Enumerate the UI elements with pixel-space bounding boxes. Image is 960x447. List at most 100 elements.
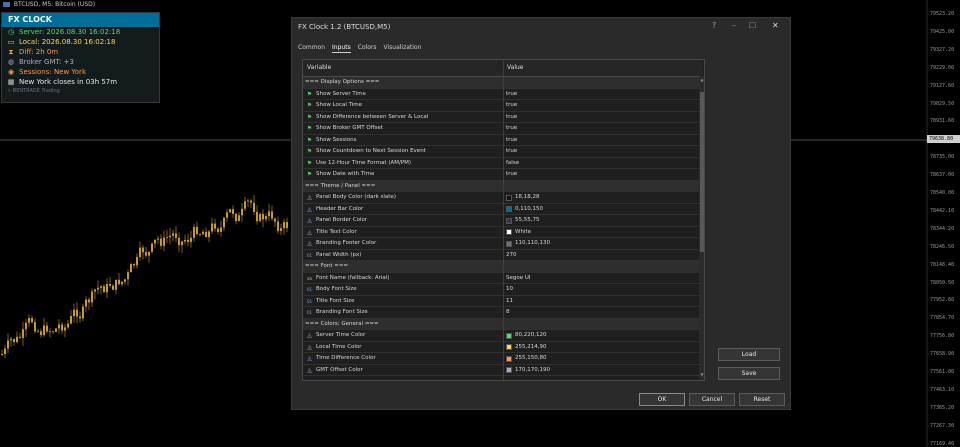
tab-inputs[interactable]: Inputs: [332, 43, 351, 53]
value-cell[interactable]: [506, 261, 701, 273]
candle-body: [19, 336, 21, 338]
maximize-button[interactable]: ☐: [749, 21, 756, 30]
candle-body: [190, 237, 192, 242]
properties-dialog[interactable]: FX Clock 1.2 (BTCUSD,M5) ? – ☐ ✕ Common …: [291, 17, 791, 410]
candle-body: [139, 247, 141, 257]
color-swatch[interactable]: [506, 240, 512, 247]
value-cell[interactable]: [506, 181, 701, 193]
variable-name: Font Name (fallback: Arial): [316, 274, 390, 281]
value-cell[interactable]: false: [506, 158, 701, 170]
value-cell[interactable]: 0,110,150: [506, 204, 701, 216]
value-cell[interactable]: true: [506, 123, 701, 135]
value-cell[interactable]: 255,214,90: [506, 342, 701, 354]
candle-body: [133, 263, 135, 266]
vertical-scrollbar[interactable]: ▲ ▼: [699, 76, 704, 380]
scroll-down-icon[interactable]: ▼: [699, 372, 704, 377]
value-cell[interactable]: true: [506, 89, 701, 101]
color-swatch[interactable]: [506, 217, 512, 224]
value-cell[interactable]: 170,170,190: [506, 365, 701, 377]
cancel-button[interactable]: Cancel: [689, 393, 735, 406]
value-cell[interactable]: [506, 319, 701, 331]
value-cell[interactable]: Segoe UI: [506, 273, 701, 285]
candle-body: [163, 237, 165, 246]
value-cell[interactable]: 55,55,75: [506, 215, 701, 227]
candle-body: [97, 287, 99, 290]
candle-body: [7, 340, 9, 349]
candle-body: [82, 306, 84, 319]
candle-body: [43, 325, 45, 335]
value-cell[interactable]: true: [506, 135, 701, 147]
value-cell[interactable]: 255,150,80: [506, 353, 701, 365]
local-time-line: ▭ Local: 2026.08.30 16:02:18: [2, 37, 159, 47]
int-icon: 01: [306, 310, 313, 315]
variable-cell: ⚑ Show Countdown to Next Session Event: [305, 146, 501, 158]
candle-body: [193, 226, 195, 238]
fx-clock-panel[interactable]: FX CLOCK ◷ Server: 2026.08.30 16:02:18 ▭…: [1, 12, 160, 103]
value-cell[interactable]: White: [506, 227, 701, 239]
value-cell[interactable]: true: [506, 100, 701, 112]
candle-body: [205, 231, 207, 238]
sessions-text: Sessions: New York: [19, 68, 86, 76]
price-axis-label: 79229.00: [930, 64, 955, 71]
candle-body: [64, 327, 66, 331]
value-cell[interactable]: 110,110,130: [506, 238, 701, 250]
color-swatch[interactable]: [506, 355, 512, 362]
candle-body: [148, 251, 150, 256]
green-flag-icon: ⚑: [306, 159, 313, 167]
color-swatch[interactable]: [506, 194, 512, 201]
value-cell[interactable]: true: [506, 112, 701, 124]
variable-name: Show Local Time: [316, 102, 363, 108]
candle-body: [106, 284, 108, 293]
minimize-button[interactable]: –: [732, 21, 736, 30]
variable-name: Show Sessions: [316, 136, 357, 143]
help-button[interactable]: ?: [712, 21, 716, 30]
palette-icon: ◬: [307, 205, 312, 213]
scroll-up-icon[interactable]: ▲: [699, 77, 704, 82]
tab-visualization[interactable]: Visualization: [384, 43, 422, 53]
int-icon: 01: [306, 287, 313, 292]
price-axis-label: 78735.00: [930, 154, 955, 161]
variable-name: Branding Font Size: [316, 309, 368, 315]
reset-button[interactable]: Reset: [739, 393, 785, 406]
candle-body: [130, 263, 132, 273]
color-swatch[interactable]: [506, 206, 512, 213]
ok-button[interactable]: OK: [639, 393, 685, 406]
value-cell[interactable]: 18,18,28: [506, 192, 701, 204]
resize-grip-icon[interactable]: ⋰: [785, 403, 790, 409]
candle-body: [145, 252, 147, 256]
variable-cell: ⚑ Show Date with Time: [305, 169, 501, 181]
column-header-value[interactable]: Value: [507, 60, 523, 76]
value-cell[interactable]: 8: [506, 307, 701, 319]
save-button[interactable]: Save: [718, 367, 780, 380]
value-text: 55,55,75: [515, 217, 540, 223]
monitor-icon: ▭: [7, 38, 15, 46]
inputs-grid[interactable]: Variable Value === Display Options === ⚑ S…: [302, 59, 705, 381]
scrollbar-thumb[interactable]: [700, 92, 704, 252]
color-swatch[interactable]: [506, 332, 512, 339]
color-swatch[interactable]: [506, 344, 512, 351]
value-cell[interactable]: 10: [506, 284, 701, 296]
color-swatch[interactable]: [506, 367, 512, 374]
close-button[interactable]: ✕: [772, 21, 779, 30]
tab-colors[interactable]: Colors: [358, 43, 377, 53]
variable-cell: ⚑ Use 12-Hour Time Format (AM/PM): [305, 158, 501, 170]
value-cell[interactable]: 11: [506, 296, 701, 308]
candle-body: [202, 231, 204, 235]
value-cell[interactable]: 270: [506, 250, 701, 262]
load-button[interactable]: Load: [718, 348, 780, 361]
value-cell[interactable]: 80,220,120: [506, 330, 701, 342]
palette-icon: ◬: [307, 343, 312, 351]
variable-name: Show Broker GMT Offset: [316, 125, 383, 131]
candle-body: [127, 272, 129, 280]
candle-body: [13, 339, 15, 343]
value-cell[interactable]: true: [506, 146, 701, 158]
value-cell[interactable]: [506, 77, 701, 89]
variable-name: Use 12-Hour Time Format (AM/PM): [316, 159, 412, 166]
variable-cell: ⚑ Show Difference between Server & Local: [305, 112, 501, 124]
color-swatch[interactable]: [506, 229, 512, 236]
variable-name: Panel Border Color: [316, 217, 368, 223]
value-cell[interactable]: true: [506, 169, 701, 181]
column-header-variable[interactable]: Variable: [307, 60, 331, 76]
diff-text: Diff: 2h 0m: [19, 48, 59, 56]
tab-common[interactable]: Common: [298, 43, 325, 53]
